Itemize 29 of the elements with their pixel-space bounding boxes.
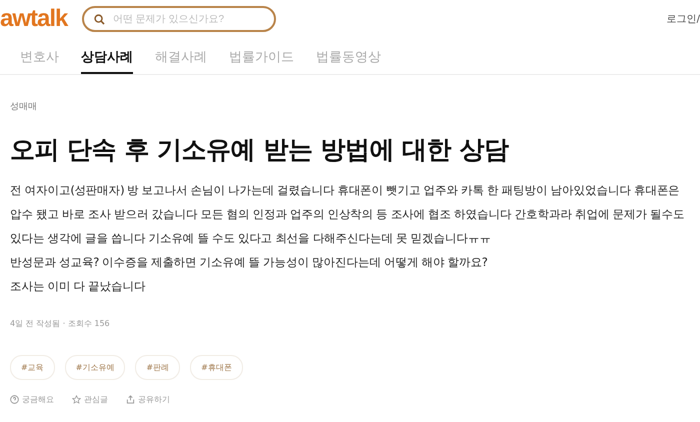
nav-tab[interactable]: 상담사례: [81, 48, 133, 74]
hashtag[interactable]: #교육: [10, 355, 55, 380]
nav-tab[interactable]: 변호사: [20, 48, 59, 74]
action-label: 관심글: [84, 394, 108, 405]
nav-tab[interactable]: 법률가이드: [229, 48, 294, 74]
action-label: 공유하기: [138, 394, 170, 405]
post-meta: 4일 전 작성됨 · 조회수 156: [10, 318, 111, 329]
search-input[interactable]: 어떤 문제가 있으신가요?: [110, 12, 264, 26]
action-button[interactable]: 관심글: [72, 394, 108, 405]
nav-tab[interactable]: 법률동영상: [316, 48, 381, 74]
post-paragraph: 조사는 이미 다 끝났습니다: [10, 278, 146, 295]
logo[interactable]: awtalk: [0, 5, 82, 33]
hashtag[interactable]: #휴대폰: [190, 355, 243, 380]
search-bar[interactable]: 어떤 문제가 있으신가요?: [82, 6, 276, 32]
hashtag[interactable]: #판례: [135, 355, 180, 380]
category-label: 성매매: [10, 101, 38, 113]
action-button[interactable]: 궁금해요: [10, 394, 54, 405]
search-icon: [94, 14, 105, 24]
hashtag[interactable]: #기소유예: [64, 355, 126, 380]
action-label: 궁금해요: [22, 394, 54, 405]
share-icon: [126, 395, 135, 404]
login-link[interactable]: 로그인/: [666, 12, 700, 26]
post-title: 오피 단속 후 기소유예 받는 방법에 대한 상담: [10, 134, 510, 166]
nav-tab[interactable]: 해결사례: [155, 48, 207, 74]
post-paragraph: 전 여자이고(성판매자) 방 보고나서 손님이 나가는데 걸렸습니다 휴대폰이 뺏기고 업주와 카톡 한 패팅방이 남아있었습니다 휴대폰은 압수 됐고 바로 조사 받으러 갔습니다 모든 혐의 인정과 업주의 인상착의 등 조사에 협조 하였습니다 간호학과라 취업에 문제가 될수도 있다는 생각에 글을 씁니다 기소유예 뜰 수도 있다고 최선을 다해주신다는데 못 믿겠습니다ㅠㅠ: [10, 182, 686, 247]
action-button[interactable]: 공유하기: [126, 394, 170, 405]
star-icon: [72, 395, 81, 404]
question-icon: [10, 395, 19, 404]
post-paragraph: 반성문과 성교육? 이수증을 제출하면 기소유예 뜰 가능성이 많아진다는데 어떻게 해야 할까요?: [10, 254, 488, 271]
